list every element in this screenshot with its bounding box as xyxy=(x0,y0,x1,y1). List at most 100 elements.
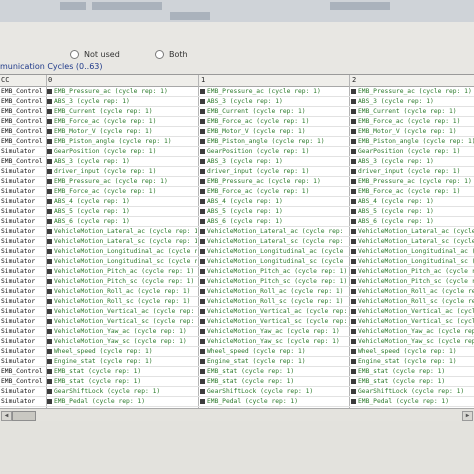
frame-cell[interactable]: ABS_3 (cycle rep: 1) xyxy=(200,97,348,106)
frame-cell[interactable]: VehicleMotion_Yaw_ac (cycle rep: 1) xyxy=(47,327,197,336)
frame-cell[interactable]: VehicleMotion_Vertical_sc (cycle rep: 1) xyxy=(200,317,348,326)
frame-cell[interactable]: VehicleMotion_Vertical_ac (cycle rep: 1) xyxy=(200,307,348,316)
table-row[interactable]: Simulator VehicleMotion_Yaw_sc (cycle rep… xyxy=(0,337,474,347)
frame-cell[interactable]: VehicleMotion_Lateral_sc (cycle rep: 1) xyxy=(47,237,197,246)
frame-cell[interactable]: EMB_Motor_V (cycle rep: 1) xyxy=(351,127,474,136)
frame-cell[interactable]: EMB_stat (cycle rep: 1) xyxy=(200,377,348,386)
frame-cell[interactable]: VehicleMotion_Vertical_ac (cycle rep: 1) xyxy=(351,307,474,316)
frame-cell[interactable]: ABS_4 (cycle rep: 1) xyxy=(200,197,348,206)
frame-cell[interactable]: VehicleMotion_Pitch_ac (cycle rep: 1) xyxy=(351,267,474,276)
frame-cell[interactable]: EMB_stat (cycle rep: 1) xyxy=(47,377,197,386)
table-row[interactable]: Simulator ABS_6 (cycle rep: 1) ABS_6 (cycl… xyxy=(0,217,474,227)
frame-cell[interactable]: VehicleMotion_Roll_ac (cycle rep: 1) xyxy=(47,287,197,296)
table-row[interactable]: Simulator VehicleMotion_Yaw_ac (cycle rep… xyxy=(0,327,474,337)
frame-cell[interactable]: VehicleMotion_Yaw_ac (cycle rep: 1) xyxy=(351,327,474,336)
radio-both-icon[interactable] xyxy=(155,50,164,59)
frame-cell[interactable]: GearPosition (cycle rep: 1) xyxy=(47,147,197,156)
frame-cell[interactable]: VehicleMotion_Yaw_sc (cycle rep: 1) xyxy=(351,337,474,346)
table-row[interactable]: Simulator driver_input (cycle rep: 1) driv… xyxy=(0,167,474,177)
table-row[interactable]: Simulator VehicleMotion_Roll_sc (cycle re… xyxy=(0,297,474,307)
table-row[interactable]: Simulator Engine_stat (cycle rep: 1) Engin… xyxy=(0,357,474,367)
frame-cell[interactable]: ABS_3 (cycle rep: 1) xyxy=(351,157,474,166)
scroll-right-arrow-icon[interactable]: ▶ xyxy=(462,411,473,421)
frame-cell[interactable]: EMB_Current (cycle rep: 1) xyxy=(47,107,197,116)
frame-cell[interactable]: GearShiftLock (cycle rep: 1) xyxy=(47,387,197,396)
frame-cell[interactable]: ABS_4 (cycle rep: 1) xyxy=(47,197,197,206)
table-row[interactable]: Simulator EMB_Pressure_ac (cycle rep: 1) E… xyxy=(0,177,474,187)
frame-cell[interactable]: ABS_5 (cycle rep: 1) xyxy=(47,207,197,216)
frame-cell[interactable]: VehicleMotion_Longitudinal_ac (cycle rep… xyxy=(47,247,197,256)
table-row[interactable]: Simulator Wheel_speed (cycle rep: 1) Wheel… xyxy=(0,347,474,357)
frame-cell[interactable]: VehicleMotion_Yaw_sc (cycle rep: 1) xyxy=(200,337,348,346)
column-header-cc[interactable]: CC xyxy=(1,76,9,84)
frame-cell[interactable]: Wheel_speed (cycle rep: 1) xyxy=(351,347,474,356)
frame-cell[interactable]: ABS_3 (cycle rep: 1) xyxy=(351,97,474,106)
frame-cell[interactable]: VehicleMotion_Roll_ac (cycle rep: 1) xyxy=(351,287,474,296)
table-row[interactable]: EMB_Control EMB_Force_ac (cycle rep: 1) EM… xyxy=(0,117,474,127)
table-row[interactable]: Simulator ABS_4 (cycle rep: 1) ABS_4 (cycl… xyxy=(0,197,474,207)
frame-cell[interactable]: ABS_3 (cycle rep: 1) xyxy=(47,157,197,166)
radio-not-used[interactable]: Not used xyxy=(70,50,120,59)
table-row[interactable]: EMB_Control EMB_Pressure_ac (cycle rep: 1… xyxy=(0,87,474,97)
frame-cell[interactable]: VehicleMotion_Roll_sc (cycle rep: 1) xyxy=(351,297,474,306)
frame-cell[interactable]: EMB_stat (cycle rep: 1) xyxy=(351,367,474,376)
frame-cell[interactable]: VehicleMotion_Roll_ac (cycle rep: 1) xyxy=(200,287,348,296)
frame-cell[interactable]: EMB_Piston_angle (cycle rep: 1) xyxy=(200,137,348,146)
frame-cell[interactable]: ABS_5 (cycle rep: 1) xyxy=(351,207,474,216)
frame-cell[interactable]: ABS_6 (cycle rep: 1) xyxy=(200,217,348,226)
column-header-0[interactable]: 0 xyxy=(48,76,52,84)
frame-cell[interactable]: VehicleMotion_Longitudinal_ac (cycle rep… xyxy=(351,247,474,256)
frame-cell[interactable]: VehicleMotion_Pitch_sc (cycle rep: 1) xyxy=(47,277,197,286)
frame-cell[interactable]: GearShiftLock (cycle rep: 1) xyxy=(351,387,474,396)
table-row[interactable]: Simulator GearPosition (cycle rep: 1) Gear… xyxy=(0,147,474,157)
table-row[interactable]: Simulator VehicleMotion_Lateral_sc (cycle… xyxy=(0,237,474,247)
frame-cell[interactable]: EMB_Piston_angle (cycle rep: 1) xyxy=(47,137,197,146)
table-row[interactable]: EMB_Control EMB_stat (cycle rep: 1) EMB_st… xyxy=(0,377,474,387)
frame-cell[interactable]: VehicleMotion_Longitudinal_ac (cycle rep… xyxy=(200,247,348,256)
radio-both[interactable]: Both xyxy=(155,50,188,59)
frame-cell[interactable]: ABS_4 (cycle rep: 1) xyxy=(351,197,474,206)
table-row[interactable]: EMB_Control ABS_3 (cycle rep: 1) ABS_3 (cy… xyxy=(0,97,474,107)
table-row[interactable]: EMB_Control EMB_Motor_V (cycle rep: 1) EMB… xyxy=(0,127,474,137)
frame-cell[interactable]: EMB_Pressure_ac (cycle rep: 1) xyxy=(200,177,348,186)
frame-cell[interactable]: VehicleMotion_Pitch_sc (cycle rep: 1) xyxy=(351,277,474,286)
table-row[interactable]: EMB_Control EMB_Piston_angle (cycle rep: … xyxy=(0,137,474,147)
table-row[interactable]: Simulator VehicleMotion_Pitch_sc (cycle r… xyxy=(0,277,474,287)
frame-cell[interactable]: VehicleMotion_Pitch_sc (cycle rep: 1) xyxy=(200,277,348,286)
table-row[interactable]: Simulator VehicleMotion_Pitch_ac (cycle r… xyxy=(0,267,474,277)
table-row[interactable]: EMB_Control EMB_Current (cycle rep: 1) EMB… xyxy=(0,107,474,117)
frame-cell[interactable]: ABS_3 (cycle rep: 1) xyxy=(47,97,197,106)
scrollbar-thumb[interactable] xyxy=(12,411,36,421)
frame-cell[interactable]: VehicleMotion_Roll_sc (cycle rep: 1) xyxy=(47,297,197,306)
table-row[interactable]: EMB_Control EMB_stat (cycle rep: 1) EMB_st… xyxy=(0,367,474,377)
frame-cell[interactable]: VehicleMotion_Vertical_sc (cycle rep: 1) xyxy=(351,317,474,326)
frame-cell[interactable]: Wheel_speed (cycle rep: 1) xyxy=(47,347,197,356)
table-row[interactable]: Simulator VehicleMotion_Roll_ac (cycle re… xyxy=(0,287,474,297)
frame-cell[interactable]: VehicleMotion_Pitch_ac (cycle rep: 1) xyxy=(47,267,197,276)
frame-cell[interactable]: driver_input (cycle rep: 1) xyxy=(47,167,197,176)
scroll-left-arrow-icon[interactable]: ◀ xyxy=(1,411,12,421)
frame-cell[interactable]: ABS_6 (cycle rep: 1) xyxy=(351,217,474,226)
frame-cell[interactable]: EMB_Current (cycle rep: 1) xyxy=(200,107,348,116)
frame-cell[interactable]: GearPosition (cycle rep: 1) xyxy=(351,147,474,156)
frame-cell[interactable]: EMB_Force_ac (cycle rep: 1) xyxy=(200,117,348,126)
frame-cell[interactable]: EMB_Force_ac (cycle rep: 1) xyxy=(47,117,197,126)
frame-cell[interactable]: EMB_Pressure_ac (cycle rep: 1) xyxy=(47,177,197,186)
frame-cell[interactable]: driver_input (cycle rep: 1) xyxy=(200,167,348,176)
frame-cell[interactable]: VehicleMotion_Lateral_sc (cycle rep: 1) xyxy=(351,237,474,246)
frame-cell[interactable]: EMB_Force_ac (cycle rep: 1) xyxy=(351,187,474,196)
frame-cell[interactable]: EMB_Piston_angle (cycle rep: 1) xyxy=(351,137,474,146)
frame-cell[interactable]: VehicleMotion_Longitudinal_sc (cycle rep… xyxy=(200,257,348,266)
frame-cell[interactable]: ABS_3 (cycle rep: 1) xyxy=(200,157,348,166)
frame-cell[interactable]: VehicleMotion_Longitudinal_sc (cycle rep… xyxy=(351,257,474,266)
frame-cell[interactable]: ABS_6 (cycle rep: 1) xyxy=(47,217,197,226)
table-row[interactable]: Simulator VehicleMotion_Vertical_ac (cycl… xyxy=(0,307,474,317)
frame-cell[interactable]: VehicleMotion_Yaw_sc (cycle rep: 1) xyxy=(47,337,197,346)
frame-cell[interactable]: VehicleMotion_Vertical_sc (cycle rep: 1) xyxy=(47,317,197,326)
frame-cell[interactable]: VehicleMotion_Roll_sc (cycle rep: 1) xyxy=(200,297,348,306)
frame-cell[interactable]: VehicleMotion_Lateral_ac (cycle rep: 1) xyxy=(47,227,197,236)
frame-cell[interactable]: EMB_Force_ac (cycle rep: 1) xyxy=(351,117,474,126)
table-row[interactable]: Simulator EMB_Force_ac (cycle rep: 1) EMB_… xyxy=(0,187,474,197)
radio-not-used-icon[interactable] xyxy=(70,50,79,59)
frame-cell[interactable]: VehicleMotion_Lateral_sc (cycle rep: 1) xyxy=(200,237,348,246)
